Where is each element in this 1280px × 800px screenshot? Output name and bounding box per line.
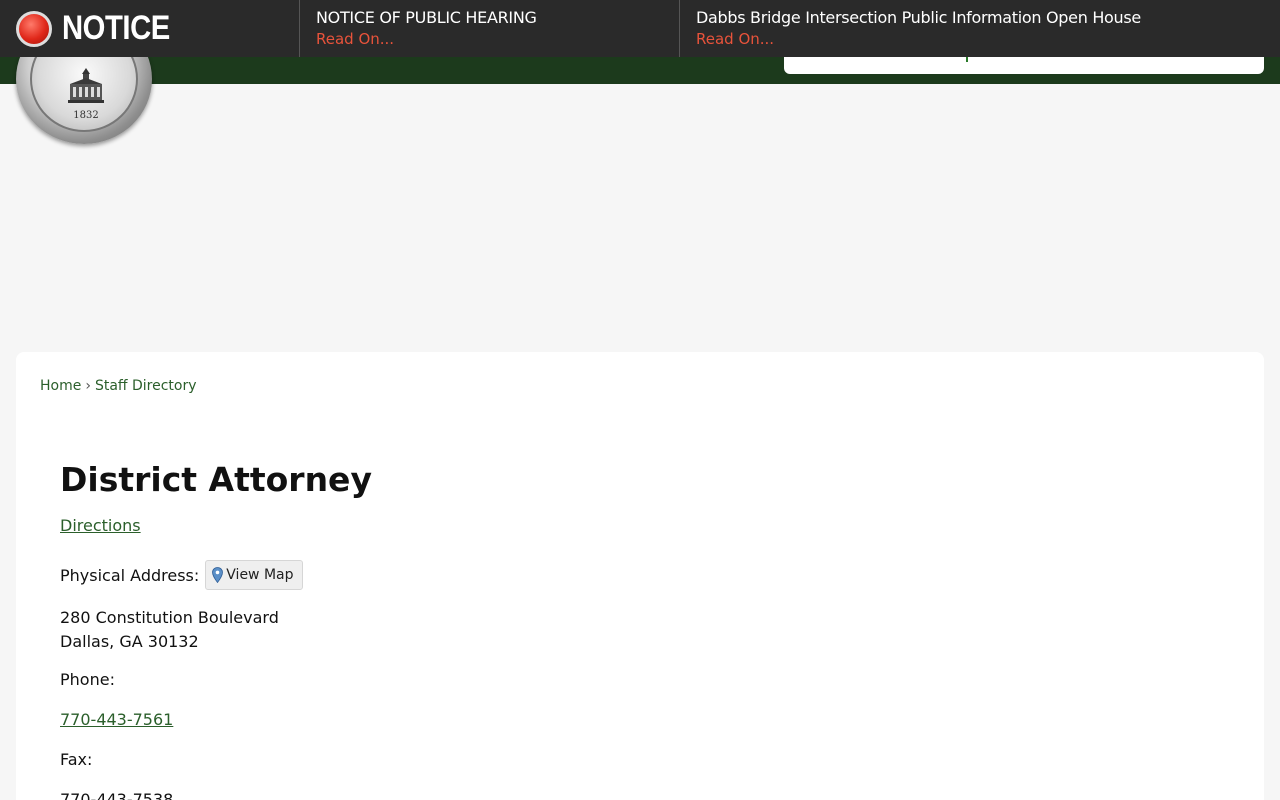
address-line-1: 280 Constitution Boulevard	[60, 608, 279, 627]
address-line-2: Dallas, GA 30132	[60, 632, 199, 651]
view-map-button[interactable]: View Map	[205, 560, 303, 590]
breadcrumb-home-link[interactable]: Home	[40, 378, 81, 394]
alert-dot-icon	[16, 10, 52, 47]
physical-address-label: Physical Address:	[60, 565, 200, 585]
read-on-link[interactable]: Read On...	[696, 28, 1264, 50]
breadcrumb: Home › Staff Directory	[40, 378, 197, 394]
notice-label-block: NOTICE	[0, 0, 300, 57]
notice-heading: NOTICE	[62, 9, 170, 47]
notice-item-title[interactable]: NOTICE OF PUBLIC HEARING	[316, 8, 663, 28]
notice-item-title[interactable]: Dabbs Bridge Intersection Public Informa…	[696, 8, 1264, 28]
phone-label: Phone:	[60, 670, 115, 689]
notice-bar: NOTICE NOTICE OF PUBLIC HEARING Read On.…	[0, 0, 1280, 57]
read-on-link[interactable]: Read On...	[316, 28, 663, 50]
courthouse-icon	[68, 68, 104, 103]
phone-link[interactable]: 770-443-7561	[60, 710, 173, 729]
seal-year: 1832	[73, 110, 99, 121]
physical-address-row: Physical Address: View Map	[60, 560, 303, 590]
breadcrumb-separator: ›	[85, 378, 91, 394]
address-block: 280 Constitution Boulevard Dallas, GA 30…	[60, 606, 279, 654]
fax-value: 770-443-7538	[60, 790, 174, 800]
map-pin-icon	[212, 567, 224, 583]
content-card: Home › Staff Directory District Attorney D…	[16, 352, 1264, 800]
fax-label: Fax:	[60, 750, 93, 769]
page-title: District Attorney	[60, 460, 372, 499]
notice-item[interactable]: Dabbs Bridge Intersection Public Informa…	[680, 0, 1280, 57]
breadcrumb-staff-directory-link[interactable]: Staff Directory	[95, 378, 197, 394]
notice-item[interactable]: NOTICE OF PUBLIC HEARING Read On...	[300, 0, 680, 57]
view-map-label: View Map	[226, 567, 294, 583]
directions-link[interactable]: Directions	[60, 516, 141, 535]
